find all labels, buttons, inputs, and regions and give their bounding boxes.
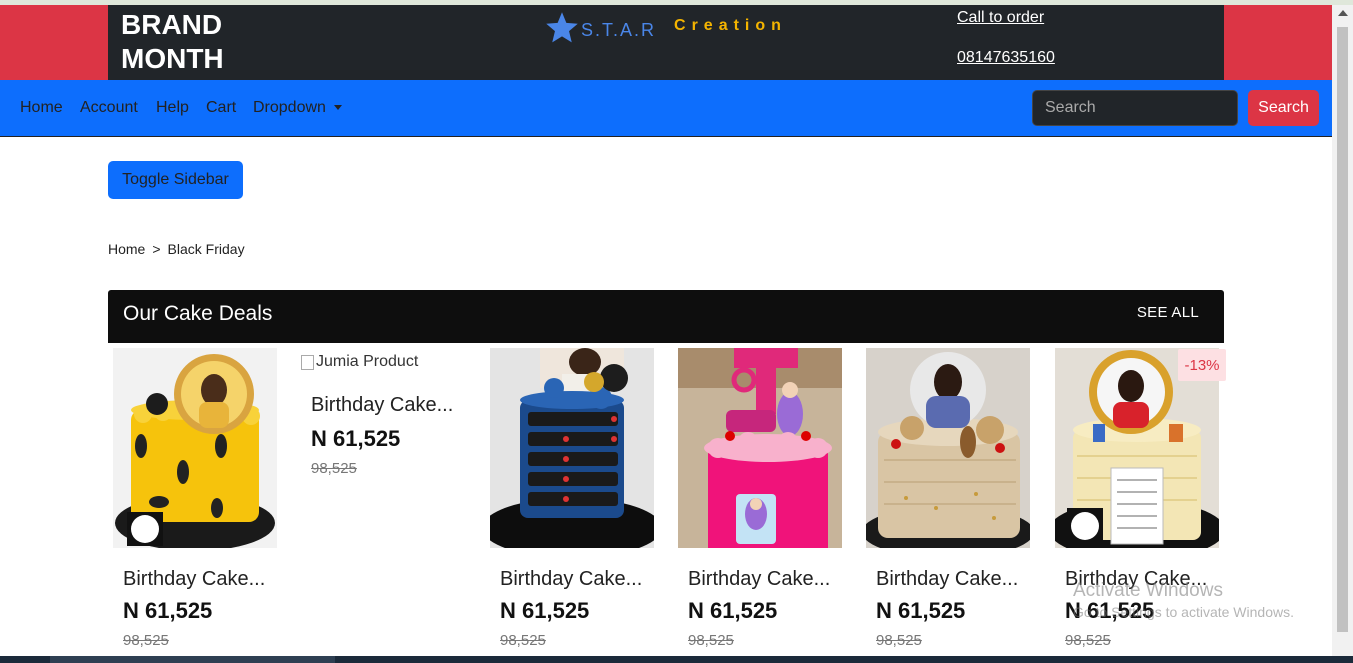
- product-old-price: 98,525: [500, 632, 546, 649]
- product-image-alt: Jumia Product: [316, 353, 419, 370]
- product-name[interactable]: Birthday Cake...: [688, 568, 830, 591]
- call-to-order-link[interactable]: Call to order: [957, 9, 1044, 27]
- logo-subtext: Creation: [674, 17, 787, 34]
- search-button[interactable]: Search: [1248, 90, 1319, 126]
- activate-windows-title: Activate Windows: [1073, 580, 1223, 601]
- see-all-link[interactable]: SEE ALL: [1137, 304, 1199, 321]
- product-name[interactable]: Birthday Cake...: [123, 568, 265, 591]
- header-inner: BRAND MONTH S.T.A.R Creation Call to ord…: [108, 5, 1224, 80]
- product-price: N 61,525: [500, 598, 590, 623]
- nav-dropdown[interactable]: Dropdown: [253, 99, 342, 117]
- activate-windows-subtitle: Go to Settings to activate Windows.: [1073, 604, 1294, 620]
- product-name[interactable]: Birthday Cake...: [876, 568, 1018, 591]
- product-name[interactable]: Birthday Cake...: [311, 394, 453, 417]
- breadcrumb-separator: >: [152, 241, 161, 257]
- product-old-price: 98,525: [876, 632, 922, 649]
- breadcrumb-home[interactable]: Home: [108, 241, 145, 257]
- nav-help[interactable]: Help: [156, 99, 189, 117]
- toggle-sidebar-button[interactable]: Toggle Sidebar: [108, 161, 243, 199]
- taskbar: [0, 656, 1353, 663]
- nav-dropdown-label: Dropdown: [253, 99, 326, 116]
- product-old-price: 98,525: [1065, 632, 1111, 649]
- product-price: N 61,525: [876, 598, 966, 623]
- broken-image[interactable]: Jumia Product: [301, 353, 418, 371]
- product-name[interactable]: Birthday Cake...: [500, 568, 642, 591]
- star-icon: [546, 12, 578, 43]
- nav-account[interactable]: Account: [80, 99, 138, 117]
- product-price: N 61,525: [311, 426, 401, 451]
- header-bar: BRAND MONTH S.T.A.R Creation Call to ord…: [0, 5, 1332, 80]
- deals-header: Our Cake Deals SEE ALL: [108, 290, 1224, 343]
- scroll-up-icon[interactable]: [1338, 10, 1348, 16]
- product-image[interactable]: [490, 348, 654, 548]
- product-image[interactable]: [678, 348, 842, 548]
- scrollbar-thumb[interactable]: [1337, 27, 1348, 632]
- discount-badge: -13%: [1178, 349, 1226, 381]
- navbar: Home Account Help Cart Dropdown Search: [0, 80, 1332, 137]
- taskbar-search[interactable]: [50, 656, 335, 663]
- product-image[interactable]: [866, 348, 1030, 548]
- nav-home[interactable]: Home: [20, 99, 63, 117]
- product-image[interactable]: [113, 348, 277, 548]
- phone-link[interactable]: 08147635160: [957, 49, 1055, 67]
- product-old-price: 98,525: [688, 632, 734, 649]
- product-old-price: 98,525: [123, 632, 169, 649]
- product-old-price: 98,525: [311, 460, 357, 477]
- brand-line-1: BRAND: [121, 9, 223, 40]
- product-price: N 61,525: [123, 598, 213, 623]
- broken-image-icon: [301, 354, 314, 370]
- nav-cart[interactable]: Cart: [206, 99, 236, 117]
- logo-text: S.T.A.R: [581, 19, 657, 40]
- star-creation-logo[interactable]: S.T.A.R Creation: [544, 8, 787, 48]
- breadcrumb: Home > Black Friday: [108, 241, 245, 257]
- deals-title: Our Cake Deals: [123, 302, 273, 325]
- scrollbar[interactable]: [1332, 5, 1353, 656]
- breadcrumb-current: Black Friday: [167, 241, 245, 257]
- brand-line-2: MONTH: [121, 43, 224, 74]
- caret-down-icon: [333, 105, 342, 111]
- product-price: N 61,525: [688, 598, 778, 623]
- search-input[interactable]: [1032, 90, 1238, 126]
- brand-title[interactable]: BRAND MONTH: [121, 8, 224, 76]
